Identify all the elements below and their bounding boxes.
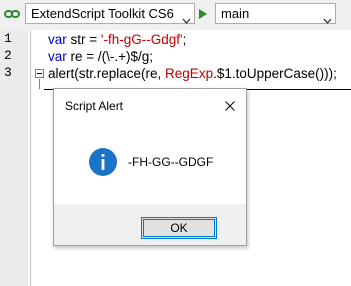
line-number: 3 (4, 65, 12, 80)
line-number: 2 (4, 48, 12, 63)
code-token: .$1.toUpperCase())); (213, 66, 337, 81)
code-token: re = /(\-.+)$/g; (66, 49, 154, 64)
dialog-message: -FH-GG--GDGF (128, 155, 214, 169)
keyword-token: var (48, 49, 67, 64)
fold-toggle-icon[interactable] (35, 69, 44, 78)
string-token: '-fh-gG--Gdgf' (100, 32, 183, 47)
code-token: str = (66, 32, 101, 47)
dialog-footer: OK (54, 204, 246, 245)
script-alert-dialog: Script Alert -FH-GG--GDGF OK (53, 88, 247, 246)
chevron-down-icon (323, 10, 332, 29)
ok-button[interactable]: OK (141, 217, 217, 239)
chevron-down-icon (182, 10, 191, 29)
code-line: var str = '-fh-gG--Gdgf'; (48, 31, 186, 49)
code-token: ; (182, 32, 187, 47)
line-number: 1 (4, 31, 12, 46)
close-icon[interactable] (225, 98, 235, 116)
code-line: alert(str.replace(re, RegExp.$1.toUpperC… (48, 65, 337, 83)
engine-dropdown[interactable]: main (215, 3, 336, 24)
info-icon (88, 147, 118, 182)
gutter-divider (30, 30, 31, 286)
code-token: alert(str.replace(re, (48, 66, 166, 81)
link-icon[interactable] (4, 7, 20, 25)
keyword-token: var (48, 32, 67, 47)
target-app-value: ExtendScript Toolkit CS6 (31, 6, 174, 21)
fold-guide (39, 79, 40, 89)
toolbar: ExtendScript Toolkit CS6 main (0, 0, 351, 29)
engine-value: main (221, 6, 250, 21)
dialog-title: Script Alert (65, 99, 124, 113)
class-token: RegExp (165, 66, 214, 81)
target-app-dropdown[interactable]: ExtendScript Toolkit CS6 (25, 3, 195, 24)
run-arrow-icon[interactable] (198, 7, 208, 25)
line-number-gutter: 1 2 3 (0, 30, 28, 286)
code-line: var re = /(\-.+)$/g; (48, 48, 153, 66)
